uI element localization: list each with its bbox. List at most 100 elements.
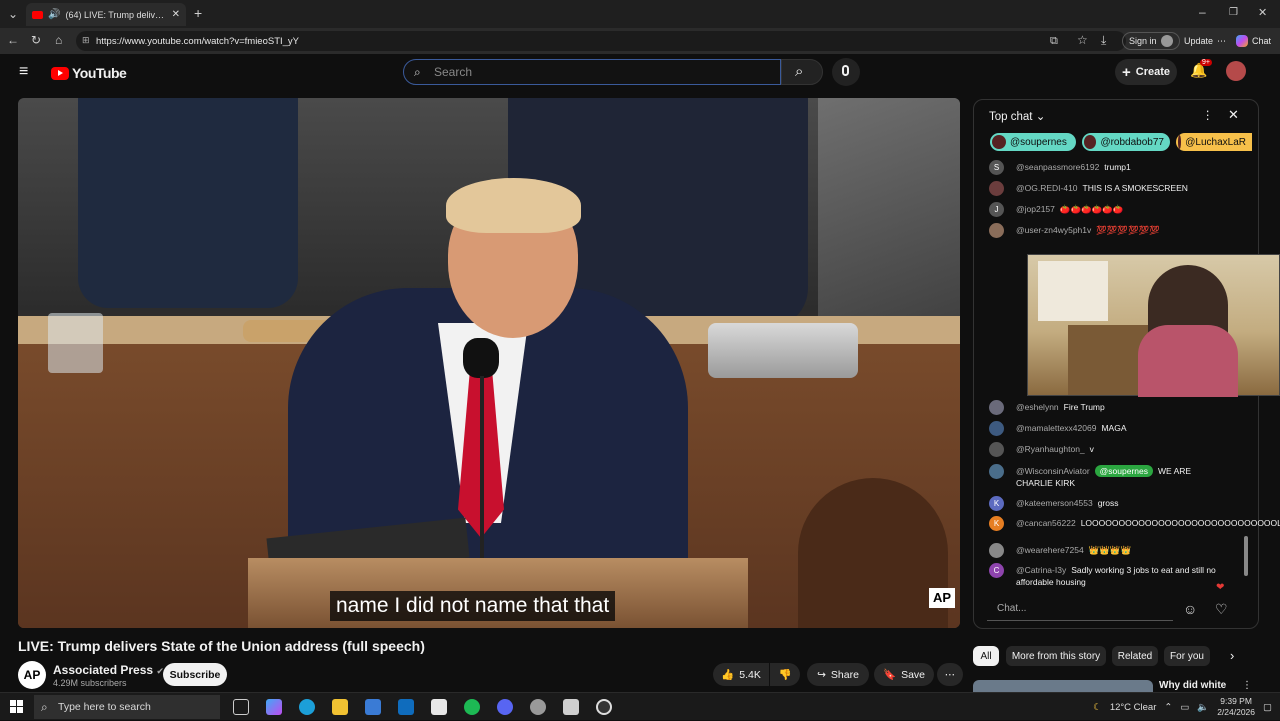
chat-author-name[interactable]: @OG.REDI-410: [1016, 183, 1078, 193]
related-more-icon[interactable]: ⋮: [1242, 680, 1252, 691]
avatar[interactable]: [1226, 61, 1246, 81]
update-button[interactable]: Update ⋯: [1178, 32, 1232, 50]
copilot-chat-button[interactable]: Chat: [1230, 32, 1277, 50]
chat-author-name[interactable]: @kateemerson4553: [1016, 498, 1093, 508]
close-tab-icon[interactable]: ✕: [172, 9, 180, 20]
chat-author-name[interactable]: @mamalettexx42069: [1016, 423, 1096, 433]
copilot-icon[interactable]: [266, 699, 282, 715]
chat-scrollbar[interactable]: [1244, 536, 1248, 576]
back-icon[interactable]: ←: [7, 34, 19, 46]
reload-icon[interactable]: ↻: [31, 34, 41, 46]
top-chat-selector[interactable]: Top chat ⌄: [989, 109, 1045, 123]
chat-author-name[interactable]: @Catrina-I3y: [1016, 565, 1066, 575]
related-video-thumbnail[interactable]: [973, 680, 1153, 692]
taskbar-search-input[interactable]: ⌕ Type here to search: [34, 695, 220, 719]
chip-for-you[interactable]: For you: [1164, 646, 1210, 666]
chat-author-avatar[interactable]: J: [989, 202, 1004, 217]
address-bar[interactable]: ⊞ https://www.youtube.com/watch?v=fmieoS…: [76, 31, 1126, 51]
save-button[interactable]: 🔖 Save: [874, 663, 934, 686]
chat-author-avatar[interactable]: S: [989, 160, 1004, 175]
chat-author-avatar[interactable]: C: [989, 563, 1004, 578]
pinned-user-name: @LuchaxLaR: [1185, 136, 1246, 148]
chat-author-avatar[interactable]: [989, 181, 1004, 196]
search-input[interactable]: ⌕ Search: [403, 59, 781, 85]
windows-start-icon[interactable]: [10, 700, 23, 713]
video-player[interactable]: [18, 98, 960, 628]
chat-author-name[interactable]: @wearehere7254: [1016, 545, 1084, 555]
chat-author-avatar[interactable]: K: [989, 516, 1004, 531]
notification-center-icon[interactable]: ▢: [1263, 702, 1272, 713]
pinned-user-chip[interactable]: @LuchaxLaR: [1176, 133, 1252, 151]
more-actions-button[interactable]: ⋯: [937, 663, 963, 686]
chat-author-avatar[interactable]: [989, 442, 1004, 457]
chip-all[interactable]: All: [973, 646, 999, 666]
create-button[interactable]: + Create: [1115, 59, 1177, 85]
outlook-icon[interactable]: [398, 699, 414, 715]
search-button[interactable]: ⌕: [781, 59, 823, 85]
discord-icon[interactable]: [497, 699, 513, 715]
close-chat-icon[interactable]: ✕: [1228, 107, 1239, 123]
voice-search-button[interactable]: [832, 58, 860, 86]
related-video-title[interactable]: Why did white: [1159, 680, 1226, 691]
pinned-user-chip[interactable]: @soupernes: [990, 133, 1076, 151]
emoji-icon[interactable]: ☺: [1183, 601, 1197, 617]
chevron-right-icon[interactable]: ›: [1230, 648, 1234, 663]
edge-icon[interactable]: [299, 699, 315, 715]
chat-author-avatar[interactable]: [989, 223, 1004, 238]
file-explorer-icon[interactable]: [332, 699, 348, 715]
favorites-icon[interactable]: ☆: [1077, 34, 1088, 46]
browser-tab[interactable]: 🔊 (64) LIVE: Trump delivers State of the…: [26, 3, 186, 26]
chat-menu-icon[interactable]: ⋮: [1202, 108, 1214, 122]
app-icon[interactable]: [563, 699, 579, 715]
chat-author-avatar[interactable]: [989, 543, 1004, 558]
chat-author-avatar[interactable]: [989, 421, 1004, 436]
menu-icon[interactable]: ≡: [19, 63, 28, 81]
like-button[interactable]: 👍 5.4K: [713, 663, 769, 686]
obs-icon[interactable]: [596, 699, 612, 715]
chat-author-name[interactable]: @jop2157: [1016, 204, 1055, 214]
chat-author-name[interactable]: @Ryanhaughton_: [1016, 444, 1085, 454]
minimize-icon[interactable]: –: [1199, 6, 1206, 18]
heart-icon[interactable]: ♡: [1215, 601, 1228, 618]
dislike-button[interactable]: 👎: [770, 663, 800, 686]
volume-icon[interactable]: 🔈: [1197, 702, 1209, 713]
chip-more-from-story[interactable]: More from this story: [1006, 646, 1106, 666]
chat-author-name[interactable]: @eshelynn: [1016, 402, 1059, 412]
channel-name[interactable]: Associated Press ✔: [53, 663, 164, 677]
new-tab-icon[interactable]: +: [194, 6, 202, 20]
chat-author-name[interactable]: @cancan56222: [1016, 518, 1076, 528]
site-info-icon[interactable]: ⊞: [82, 35, 90, 46]
share-button[interactable]: ↪ Share: [807, 663, 869, 686]
notepad-icon[interactable]: [431, 699, 447, 715]
maximize-icon[interactable]: ❐: [1229, 7, 1238, 19]
extensions-icon[interactable]: ⧉: [1050, 35, 1058, 47]
chat-author-avatar[interactable]: K: [989, 496, 1004, 511]
pinned-user-chip[interactable]: @robdabob77: [1082, 133, 1170, 151]
downloads-icon[interactable]: ⤓: [1101, 34, 1106, 46]
weather-text[interactable]: 12°C Clear: [1110, 702, 1157, 713]
chat-author-name[interactable]: @seanpassmore6192: [1016, 162, 1099, 172]
chat-author-avatar[interactable]: [989, 464, 1004, 479]
network-icon[interactable]: ▭: [1180, 702, 1189, 713]
speaker-icon[interactable]: 🔊: [48, 9, 60, 20]
task-view-icon[interactable]: [233, 699, 249, 715]
tray-chevron-icon[interactable]: ⌃: [1164, 702, 1172, 713]
chat-author-avatar[interactable]: [989, 400, 1004, 415]
home-icon[interactable]: ⌂: [55, 34, 62, 46]
channel-avatar[interactable]: AP: [18, 661, 46, 689]
mention-badge[interactable]: @soupernes: [1094, 465, 1153, 477]
chat-author-name[interactable]: @WisconsinAviator: [1016, 466, 1090, 476]
store-icon[interactable]: [365, 699, 381, 715]
tab-list-icon[interactable]: ⌄: [8, 8, 18, 20]
sign-in-button[interactable]: Sign in: [1122, 32, 1180, 50]
youtube-logo[interactable]: YouTube: [51, 65, 127, 81]
spotify-icon[interactable]: [464, 699, 480, 715]
chat-input[interactable]: Chat...: [987, 597, 1173, 621]
clock[interactable]: 9:39 PM 2/24/2026: [1217, 696, 1255, 718]
app-icon[interactable]: [530, 699, 546, 715]
chat-author-name[interactable]: @user-zn4wy5ph1v: [1016, 225, 1091, 235]
notifications-button[interactable]: 🔔 9+: [1190, 59, 1212, 84]
subscribe-button[interactable]: Subscribe: [163, 663, 227, 686]
close-window-icon[interactable]: ✕: [1258, 7, 1267, 19]
chip-related[interactable]: Related: [1112, 646, 1158, 666]
